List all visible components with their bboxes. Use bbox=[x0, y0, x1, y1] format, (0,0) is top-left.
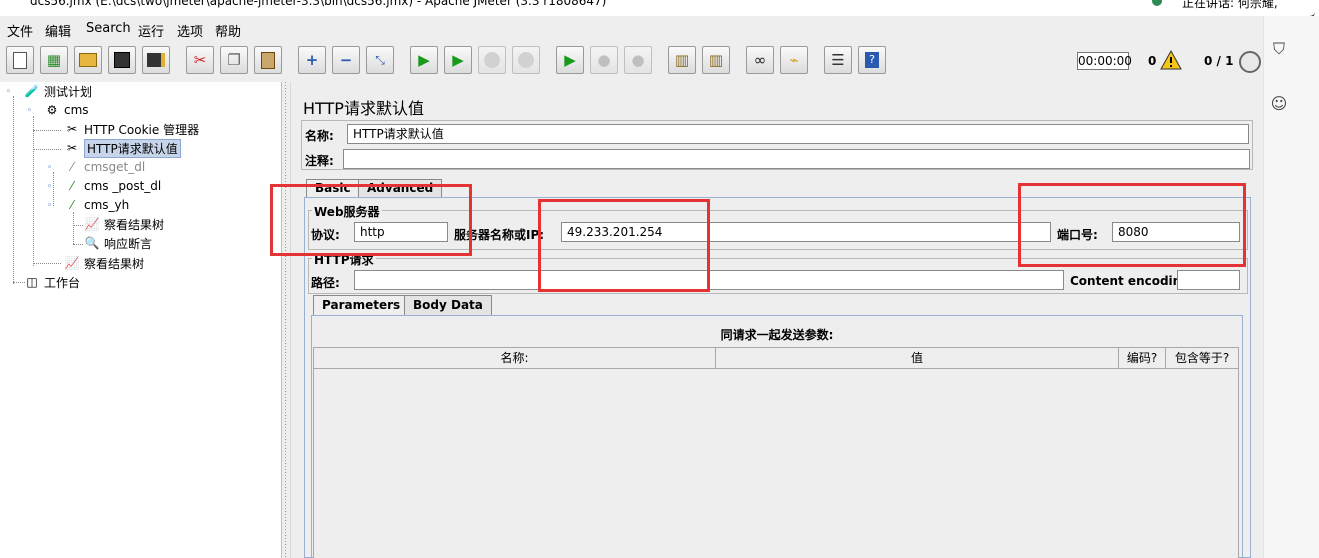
tab-advanced[interactable]: Advanced bbox=[358, 179, 443, 197]
remote-start-icon[interactable]: ▶ bbox=[556, 46, 584, 74]
window-title: dcs56.jmx (E:\dcs\two\jmeter\apache-jmet… bbox=[30, 0, 607, 8]
flask-icon: 🧪 bbox=[24, 84, 40, 98]
remote-stop-icon[interactable]: ● bbox=[590, 46, 618, 74]
shutdown-icon[interactable] bbox=[512, 46, 540, 74]
stop-icon[interactable] bbox=[478, 46, 506, 74]
smiley-icon[interactable]: ☺ bbox=[1268, 92, 1290, 114]
page-title: HTTP请求默认值 bbox=[303, 99, 424, 118]
web-server-group-title: Web服务器 bbox=[312, 203, 382, 220]
save-as-icon[interactable] bbox=[142, 46, 170, 74]
column-include-equals[interactable]: 包含等于? bbox=[1166, 348, 1238, 368]
column-name[interactable]: 名称: bbox=[314, 348, 716, 368]
protocol-label: 协议: bbox=[311, 228, 340, 242]
encoding-field[interactable] bbox=[1177, 270, 1240, 290]
expand-icon[interactable]: + bbox=[298, 46, 326, 74]
http-request-group-title: HTTP请求 bbox=[312, 251, 376, 268]
menu-help[interactable]: 帮助 bbox=[215, 21, 241, 40]
tree-node-cmspost[interactable]: ⁄ cms _post_dl bbox=[64, 177, 161, 195]
window-title-bar: dcs56.jmx (E:\dcs\two\jmeter\apache-jmet… bbox=[0, 0, 1140, 14]
tree-node-view-results-2[interactable]: 📈 察看结果树 bbox=[64, 254, 145, 272]
error-count: 0 bbox=[1148, 54, 1157, 68]
tab-parameters[interactable]: Parameters bbox=[313, 295, 410, 315]
comment-field[interactable] bbox=[343, 149, 1250, 169]
templates-icon[interactable]: ▦ bbox=[40, 46, 68, 74]
start-icon[interactable]: ▶ bbox=[410, 46, 438, 74]
chart-icon: 📈 bbox=[64, 256, 80, 270]
search-icon[interactable]: ∞ bbox=[746, 46, 774, 74]
new-icon[interactable] bbox=[6, 46, 34, 74]
tree-node-cookie-manager[interactable]: ✂ HTTP Cookie 管理器 bbox=[64, 120, 199, 138]
menu-bar: 文件 编辑 Search 运行 选项 帮助 bbox=[0, 16, 1263, 40]
paste-icon[interactable] bbox=[254, 46, 282, 74]
collapse-icon[interactable]: − bbox=[332, 46, 360, 74]
tools-icon: ✂ bbox=[66, 141, 78, 155]
tree-splitter[interactable] bbox=[281, 82, 291, 558]
tab-body-data[interactable]: Body Data bbox=[404, 295, 492, 315]
menu-search[interactable]: Search bbox=[86, 21, 131, 36]
clear-icon[interactable]: ▥ bbox=[668, 46, 696, 74]
active-threads: 0 / 1 bbox=[1204, 54, 1234, 68]
help-icon[interactable]: ? bbox=[858, 46, 886, 74]
path-field[interactable] bbox=[354, 270, 1064, 290]
tree-node-workbench[interactable]: ◫ 工作台 bbox=[24, 273, 80, 291]
tree-node-thread-group[interactable]: ⚙ cms bbox=[44, 101, 89, 119]
menu-options[interactable]: 选项 bbox=[177, 21, 203, 40]
port-label: 端口号: bbox=[1057, 228, 1098, 242]
port-field[interactable]: 8080 bbox=[1112, 222, 1240, 242]
gear-icon: ⚙ bbox=[46, 103, 58, 117]
copy-icon[interactable]: ❐ bbox=[220, 46, 248, 74]
column-value[interactable]: 值 bbox=[716, 348, 1119, 368]
shield-icon[interactable]: ⛉ bbox=[1268, 38, 1290, 60]
mic-icon bbox=[1152, 0, 1162, 6]
tree-node-http-defaults[interactable]: ✂ HTTP请求默认值 bbox=[64, 138, 181, 158]
params-table-header: 名称: 值 编码? 包含等于? bbox=[313, 347, 1239, 369]
server-label: 服务器名称或IP: bbox=[454, 228, 545, 242]
tree-node-assertion[interactable]: 🔍 响应断言 bbox=[84, 234, 153, 252]
tree-node-cmsyh[interactable]: ⁄ cms_yh bbox=[64, 196, 129, 214]
pipette-icon: ⁄ bbox=[70, 160, 73, 174]
path-label: 路径: bbox=[311, 276, 340, 290]
test-plan-tree: ◦ 🧪 测试计划 ◦ ⚙ cms ✂ HTTP Cookie 管理器 ✂ HTT… bbox=[0, 82, 281, 558]
server-field[interactable]: 49.233.201.254 bbox=[561, 222, 1051, 242]
warning-icon[interactable] bbox=[1160, 50, 1182, 70]
remote-shutdown-icon[interactable]: ● bbox=[624, 46, 652, 74]
cut-icon[interactable]: ✂ bbox=[186, 46, 214, 74]
params-table-body[interactable] bbox=[313, 369, 1239, 558]
params-title: 同请求一起发送参数: bbox=[720, 328, 834, 342]
comment-label: 注释: bbox=[305, 154, 334, 168]
menu-edit[interactable]: 编辑 bbox=[45, 21, 71, 40]
speaking-text: 正在讲话: 何宗耀, bbox=[1182, 0, 1278, 10]
menu-run[interactable]: 运行 bbox=[138, 21, 164, 40]
tree-node-cmsget[interactable]: ⁄ cmsget_dl bbox=[64, 158, 145, 176]
column-encode[interactable]: 编码? bbox=[1119, 348, 1166, 368]
elapsed-timer: 00:00:00 bbox=[1077, 52, 1132, 70]
magnifier-icon: 🔍 bbox=[84, 236, 100, 250]
pipette-icon: ⁄ bbox=[70, 198, 73, 212]
tree-node-view-results-1[interactable]: 📈 察看结果树 bbox=[84, 215, 165, 233]
start-no-pause-icon[interactable]: ▶ bbox=[444, 46, 472, 74]
remote-status-icon bbox=[1239, 51, 1261, 73]
name-label: 名称: bbox=[305, 129, 334, 143]
function-helper-icon[interactable]: ☰ bbox=[824, 46, 852, 74]
tools-icon: ✂ bbox=[66, 122, 78, 136]
toolbar: ▦ ✂ ❐ + − ⤡ ▶ ▶ ▶ ● ● ▥ ▥ ∞ ⌁ ☰ ? bbox=[0, 40, 1263, 83]
pipette-icon: ⁄ bbox=[70, 179, 73, 193]
tree-node-test-plan[interactable]: 🧪 测试计划 bbox=[24, 82, 93, 100]
open-icon[interactable] bbox=[74, 46, 102, 74]
clear-all-icon[interactable]: ▥ bbox=[702, 46, 730, 74]
workbench-icon: ◫ bbox=[26, 275, 38, 289]
toggle-icon[interactable]: ⤡ bbox=[366, 46, 394, 74]
chart-icon: 📈 bbox=[84, 217, 100, 231]
encoding-label: Content encoding: bbox=[1070, 274, 1195, 288]
reset-search-icon[interactable]: ⌁ bbox=[780, 46, 808, 74]
menu-file[interactable]: 文件 bbox=[7, 21, 33, 40]
protocol-field[interactable]: http bbox=[354, 222, 448, 242]
tab-basic[interactable]: Basic bbox=[306, 179, 360, 197]
save-icon[interactable] bbox=[108, 46, 136, 74]
name-field[interactable]: HTTP请求默认值 bbox=[347, 124, 1249, 144]
